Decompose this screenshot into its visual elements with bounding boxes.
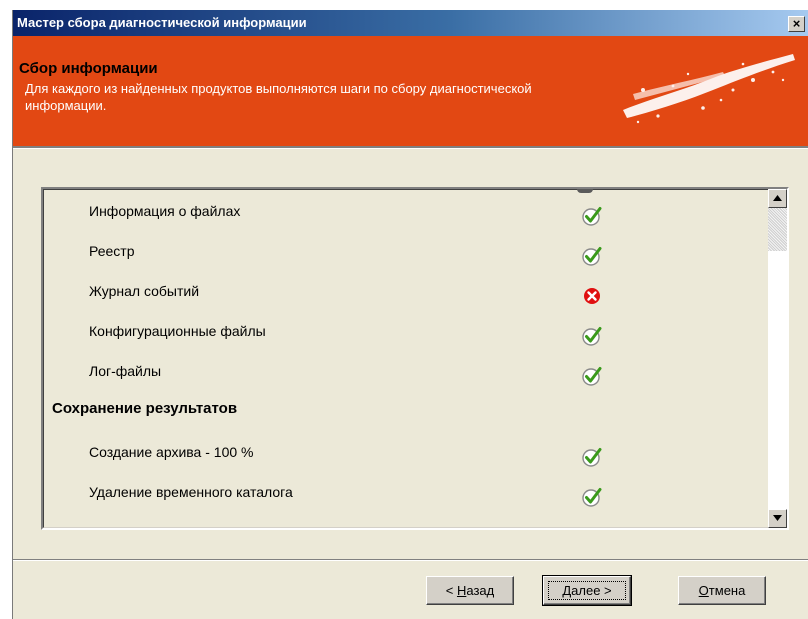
page-description: Для каждого из найденных продуктов выпол… bbox=[25, 81, 532, 113]
wizard-header: Сбор информации Для каждого из найденных… bbox=[13, 36, 808, 146]
progress-list[interactable]: Информация о файлах Реестр Журнал событий К… bbox=[41, 187, 789, 530]
vertical-scrollbar[interactable] bbox=[768, 189, 787, 528]
arrow-up-icon bbox=[773, 195, 782, 201]
check-circle-icon bbox=[582, 367, 602, 386]
wizard-window: Мастер сбора диагностической информации … bbox=[12, 10, 808, 619]
check-circle-icon bbox=[582, 327, 602, 346]
title-bar: Мастер сбора диагностической информации … bbox=[13, 10, 808, 36]
arrow-down-icon bbox=[773, 515, 782, 521]
section-title: Сохранение результатов bbox=[52, 400, 238, 417]
check-circle-icon bbox=[582, 207, 602, 226]
cancel-button[interactable]: Отмена bbox=[678, 576, 766, 605]
footer-divider bbox=[13, 559, 808, 561]
list-item-label: Информация о файлах bbox=[89, 203, 241, 219]
next-button[interactable]: Далее > bbox=[542, 575, 632, 606]
check-circle-icon bbox=[582, 488, 602, 507]
check-circle-icon bbox=[582, 448, 602, 467]
header-divider bbox=[13, 146, 808, 149]
error-circle-icon bbox=[584, 288, 600, 304]
window-title: Мастер сбора диагностической информации bbox=[17, 15, 307, 30]
list-item-label: Реестр bbox=[89, 243, 135, 259]
list-item: Лог-файлы bbox=[43, 359, 763, 386]
close-icon: × bbox=[792, 16, 801, 31]
scroll-down-button[interactable] bbox=[768, 509, 787, 528]
scroll-up-button[interactable] bbox=[768, 189, 787, 208]
list-item-label: Журнал событий bbox=[89, 283, 200, 299]
close-button[interactable]: × bbox=[788, 16, 805, 32]
splash-logo-icon bbox=[623, 54, 795, 124]
list-item: Удаление временного каталога bbox=[43, 480, 763, 507]
partial-status-icon bbox=[577, 189, 593, 193]
list-item: Конфигурационные файлы bbox=[43, 319, 763, 346]
list-item-label: Конфигурационные файлы bbox=[89, 323, 266, 339]
list-item-label: Удаление временного каталога bbox=[89, 484, 293, 500]
list-item-label: Лог-файлы bbox=[89, 363, 162, 379]
check-circle-icon bbox=[582, 247, 602, 266]
list-item-label: Создание архива - 100 % bbox=[89, 444, 254, 460]
page-title: Сбор информации bbox=[19, 60, 158, 77]
list-item: Реестр bbox=[43, 239, 763, 266]
list-item: Журнал событий bbox=[43, 279, 763, 305]
list-item: Информация о файлах bbox=[43, 199, 763, 226]
scroll-thumb[interactable] bbox=[768, 208, 787, 251]
list-item: Создание архива - 100 % bbox=[43, 440, 763, 467]
section-header: Сохранение результатов bbox=[43, 397, 763, 423]
back-button[interactable]: < Назад bbox=[426, 576, 514, 605]
